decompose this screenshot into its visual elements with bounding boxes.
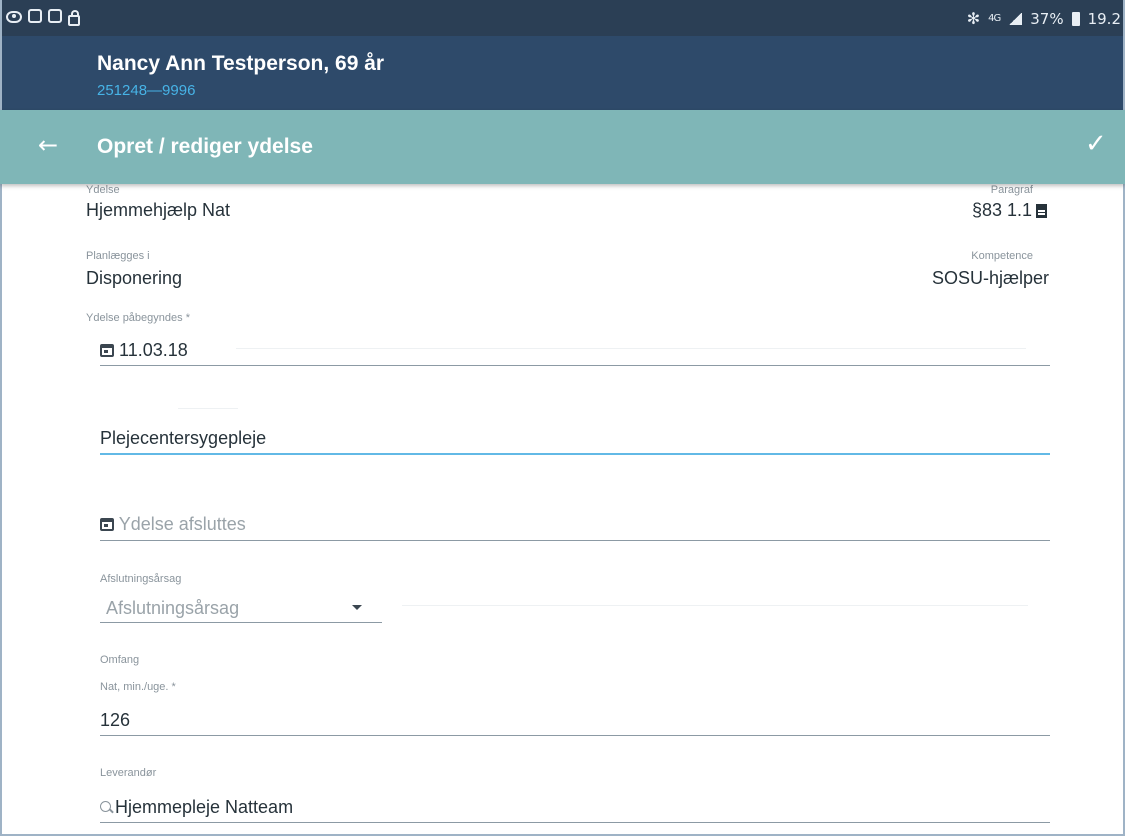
checkmark-save-icon[interactable]: ✓ bbox=[1085, 130, 1113, 158]
back-arrow-icon[interactable]: ← bbox=[38, 133, 62, 157]
page-title: Opret / rediger ydelse bbox=[97, 135, 313, 158]
toolbar: ← Opret / rediger ydelse ✓ bbox=[0, 110, 1125, 184]
